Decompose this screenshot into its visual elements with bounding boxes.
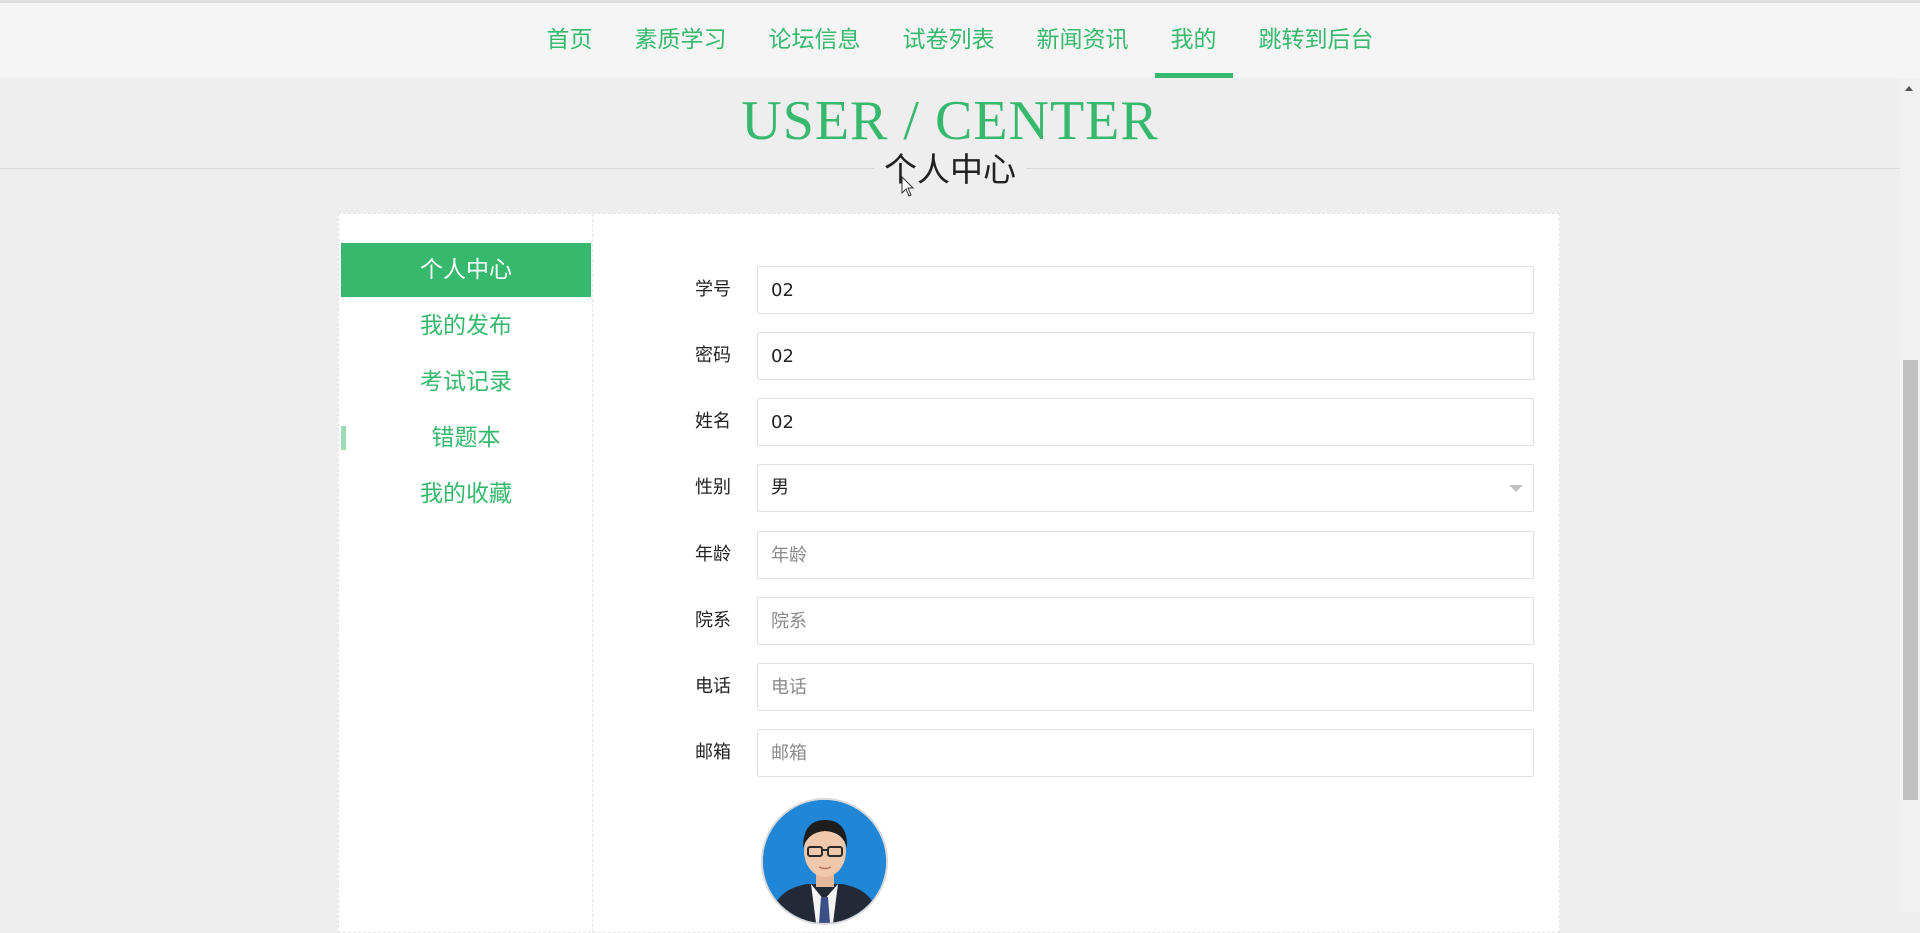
name-input[interactable] bbox=[757, 398, 1534, 446]
department-input[interactable] bbox=[757, 597, 1534, 645]
page-scrollbar[interactable] bbox=[1900, 78, 1920, 912]
student-id-input[interactable] bbox=[757, 266, 1534, 314]
form-row-password: 密码 bbox=[339, 332, 1561, 380]
mouse-pointer-icon bbox=[901, 176, 915, 197]
avatar[interactable] bbox=[761, 798, 888, 925]
phone-label: 电话 bbox=[695, 676, 731, 697]
scroll-up-icon[interactable] bbox=[1905, 86, 1913, 91]
avatar-portrait-image bbox=[763, 800, 886, 923]
email-input[interactable] bbox=[757, 729, 1534, 777]
form-row-student-id: 学号 bbox=[339, 266, 1561, 314]
caret-down-icon bbox=[1509, 485, 1523, 492]
student-id-label: 学号 bbox=[695, 279, 731, 300]
nav-item-exam-list[interactable]: 试卷列表 bbox=[887, 3, 1011, 78]
email-label: 邮箱 bbox=[695, 742, 731, 763]
nav-menu: 首页 素质学习 论坛信息 试卷列表 新闻资讯 我的 跳转到后台 bbox=[0, 3, 1920, 78]
gender-select[interactable]: 男 bbox=[757, 464, 1534, 512]
age-input[interactable] bbox=[757, 531, 1534, 579]
password-label: 密码 bbox=[695, 345, 731, 366]
nav-item-mine[interactable]: 我的 bbox=[1154, 3, 1233, 78]
form-row-age: 年龄 bbox=[339, 531, 1561, 579]
page-title-chinese-text: 个人中心 bbox=[874, 150, 1026, 189]
page-title-chinese: 个人中心 bbox=[0, 148, 1900, 198]
phone-input[interactable] bbox=[757, 663, 1534, 711]
password-input[interactable] bbox=[757, 332, 1534, 380]
scrollbar-thumb[interactable] bbox=[1903, 360, 1918, 800]
form-row-department: 院系 bbox=[339, 597, 1561, 645]
gender-selected-value: 男 bbox=[771, 477, 789, 498]
name-label: 姓名 bbox=[695, 411, 731, 432]
user-center-panel: 个人中心 我的发布 考试记录 错题本 我的收藏 学号 密码 姓名 性别 男 年龄… bbox=[338, 213, 1560, 933]
form-row-email: 邮箱 bbox=[339, 729, 1561, 777]
nav-item-forum[interactable]: 论坛信息 bbox=[753, 3, 877, 78]
nav-item-news[interactable]: 新闻资讯 bbox=[1021, 3, 1145, 78]
nav-item-home[interactable]: 首页 bbox=[531, 3, 609, 78]
gender-label: 性别 bbox=[695, 477, 731, 498]
top-navigation: 首页 素质学习 论坛信息 试卷列表 新闻资讯 我的 跳转到后台 bbox=[0, 0, 1920, 78]
form-row-gender: 性别 男 bbox=[339, 464, 1561, 512]
form-row-name: 姓名 bbox=[339, 398, 1561, 446]
nav-item-admin[interactable]: 跳转到后台 bbox=[1243, 3, 1390, 78]
nav-item-quality-learning[interactable]: 素质学习 bbox=[619, 3, 743, 78]
department-label: 院系 bbox=[695, 610, 731, 631]
age-label: 年龄 bbox=[695, 544, 731, 565]
form-row-phone: 电话 bbox=[339, 663, 1561, 711]
page-title-english: USER / CENTER bbox=[741, 90, 1159, 152]
